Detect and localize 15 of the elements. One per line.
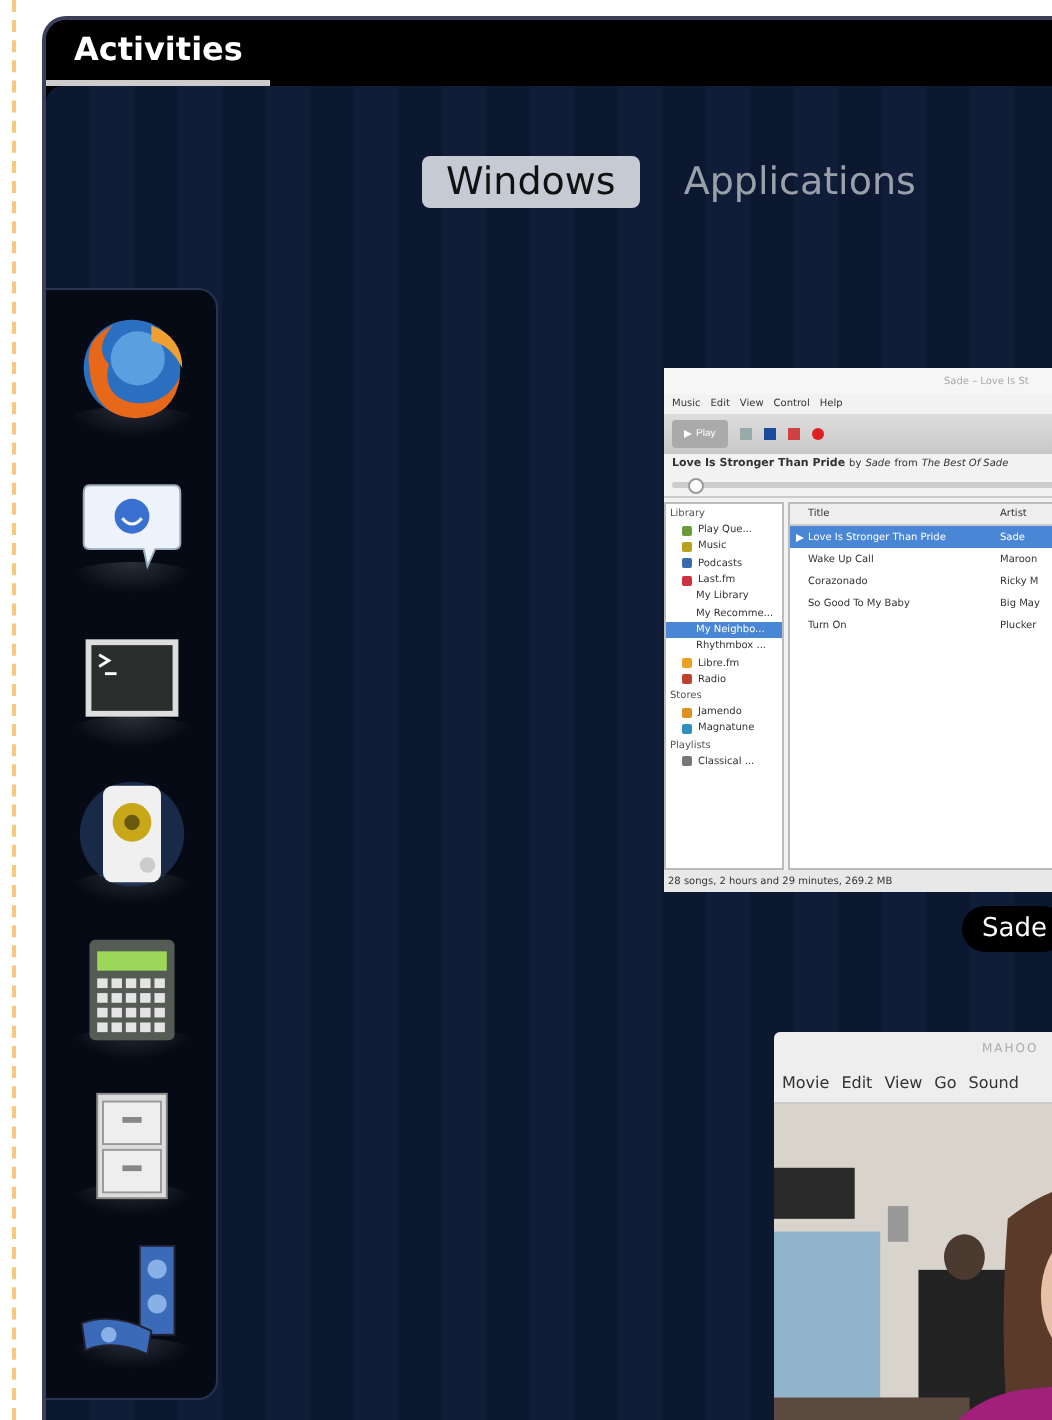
menu-item[interactable]: View xyxy=(884,1074,923,1093)
window-label: Sade xyxy=(962,906,1052,952)
play-icon xyxy=(795,533,803,541)
source-icon xyxy=(682,756,692,767)
record-icon[interactable] xyxy=(811,428,824,440)
menu-item[interactable]: Movie xyxy=(782,1074,830,1093)
view-tab[interactable]: Windows xyxy=(422,156,640,208)
menu-item[interactable]: Sound xyxy=(968,1074,1019,1093)
music-player-window[interactable] xyxy=(664,368,1052,892)
play-icon xyxy=(684,430,692,438)
menu-item[interactable]: Go xyxy=(934,1074,957,1093)
seek-slider[interactable] xyxy=(672,482,1052,488)
view-tab[interactable]: Applications xyxy=(659,156,940,208)
menu-item[interactable]: Edit xyxy=(841,1074,873,1093)
square-icon[interactable] xyxy=(763,428,776,440)
